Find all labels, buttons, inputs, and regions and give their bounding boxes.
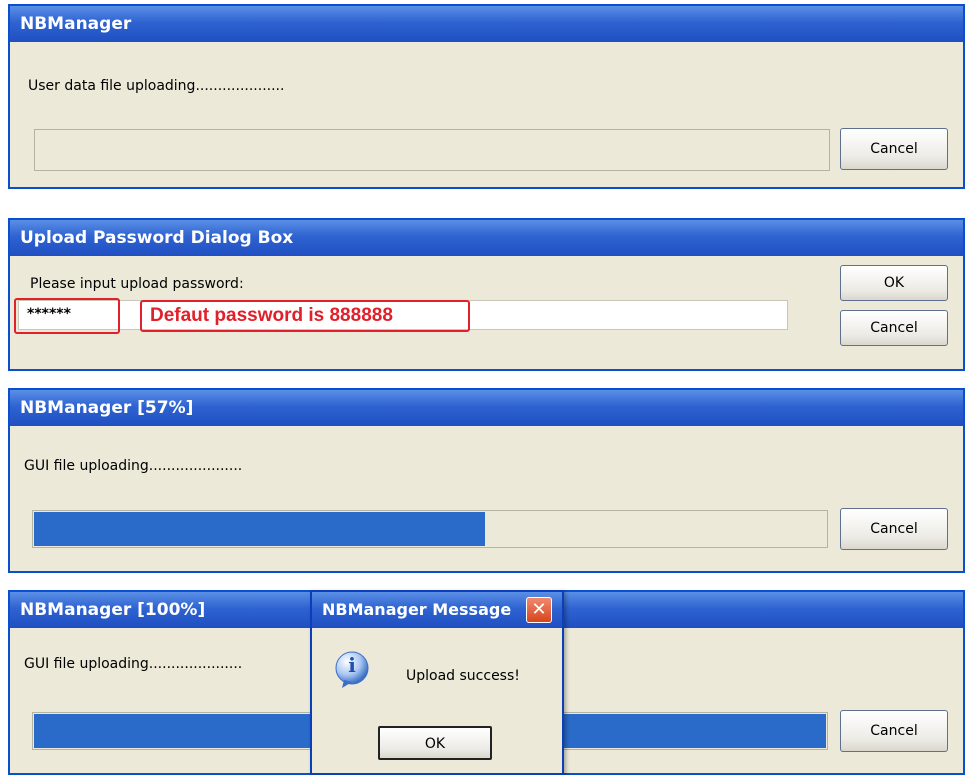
ok-button[interactable]: OK — [378, 726, 492, 760]
cancel-button[interactable]: Cancel — [840, 710, 948, 752]
cancel-button[interactable]: Cancel — [840, 508, 948, 550]
upload-status-text: GUI file uploading..................... — [24, 458, 243, 474]
upload-status-text: GUI file uploading..................... — [24, 656, 243, 672]
cancel-button[interactable]: Cancel — [840, 128, 948, 170]
message-text: Upload success! — [406, 668, 520, 684]
cancel-button[interactable]: Cancel — [840, 310, 948, 346]
upload-password-dialog: Upload Password Dialog Box Please input … — [8, 218, 965, 371]
window-title: NBManager [57%] — [10, 390, 963, 426]
password-prompt: Please input upload password: — [30, 276, 244, 292]
dialog-title: Upload Password Dialog Box — [10, 220, 963, 256]
upload-status-text: User data file uploading................… — [28, 78, 285, 94]
upload-userdata-window: NBManager User data file uploading......… — [8, 4, 965, 189]
window-title: NBManager — [10, 6, 963, 42]
message-box-title: NBManager Message — [312, 592, 562, 628]
progress-bar — [34, 129, 830, 171]
password-highlight-box — [14, 298, 120, 334]
progress-bar-fill — [34, 512, 485, 546]
progress-bar — [32, 510, 828, 548]
info-icon: i — [334, 650, 374, 690]
ok-button[interactable]: OK — [840, 265, 948, 301]
info-icon-letter: i — [348, 653, 356, 677]
close-icon[interactable]: ✕ — [526, 597, 552, 623]
upload-gui-window-57: NBManager [57%] GUI file uploading......… — [8, 388, 965, 573]
default-password-annotation: Defaut password is 888888 — [150, 305, 393, 326]
message-box: NBManager Message ✕ i Upload success! OK — [310, 590, 564, 775]
